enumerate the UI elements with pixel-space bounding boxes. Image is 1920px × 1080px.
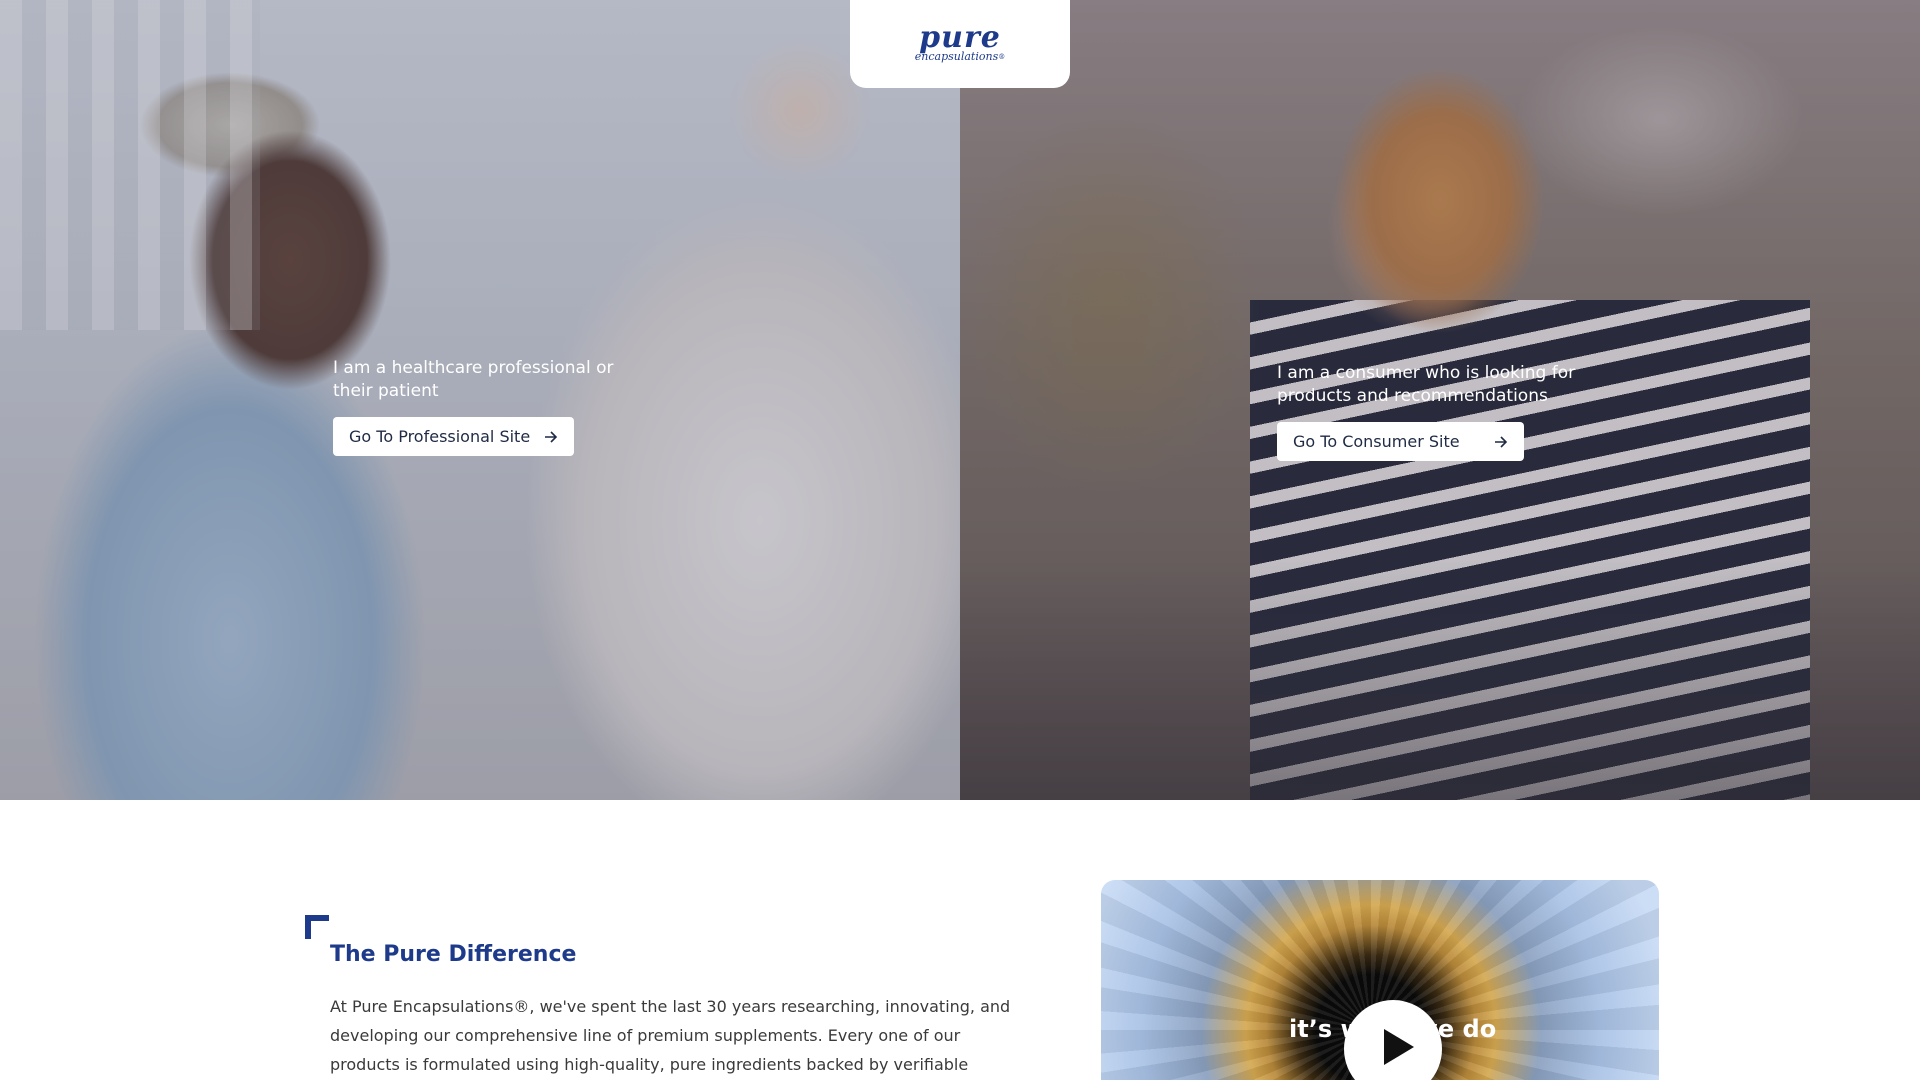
professional-cta: I am a healthcare professional or their …	[333, 357, 653, 456]
play-icon	[1384, 1029, 1414, 1065]
professional-cta-text: I am a healthcare professional or their …	[333, 358, 614, 401]
corner-bracket-icon	[305, 915, 329, 939]
consumer-cta: I am a consumer who is looking for produ…	[1277, 362, 1617, 461]
go-to-professional-site-button[interactable]: Go To Professional Site	[333, 417, 575, 456]
consumer-cta-text: I am a consumer who is looking for produ…	[1277, 363, 1576, 406]
professional-button-label: Go To Professional Site	[349, 427, 531, 446]
consumer-button-label: Go To Consumer Site	[1293, 432, 1460, 451]
arrow-right-icon	[545, 430, 558, 443]
logo[interactable]: pure encapsulations®	[850, 0, 1070, 88]
section-title: The Pure Difference	[330, 942, 577, 967]
pure-difference-section: The Pure Difference At Pure Encapsulatio…	[0, 800, 1920, 1080]
play-button[interactable]	[1344, 1000, 1442, 1080]
arrow-right-icon	[1494, 435, 1507, 448]
hero-section: pure encapsulations® I am a healthcare p…	[0, 0, 1920, 800]
logo-word: pure	[919, 20, 1001, 55]
go-to-consumer-site-button[interactable]: Go To Consumer Site	[1277, 422, 1524, 461]
video-thumbnail[interactable]: it’s what we do	[1101, 880, 1659, 1080]
logo-subtitle: encapsulations®	[914, 50, 1006, 63]
section-body: At Pure Encapsulations®, we've spent the…	[330, 997, 1011, 1074]
